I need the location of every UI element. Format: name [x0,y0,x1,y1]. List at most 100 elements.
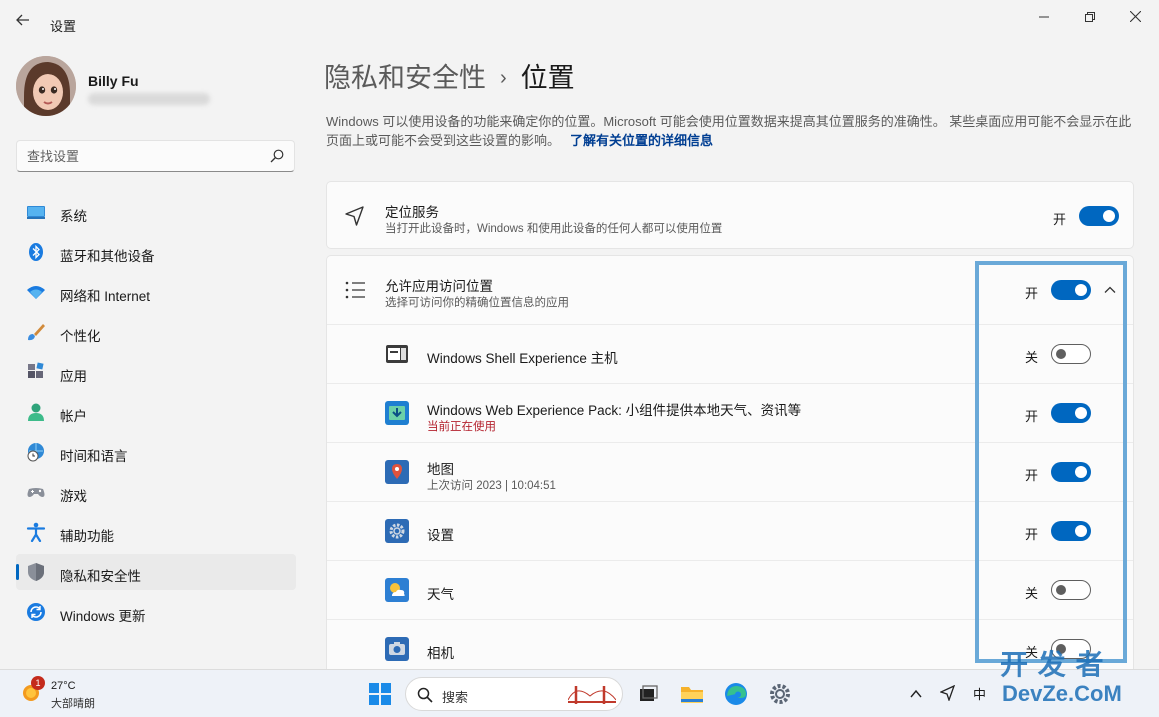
minimize-button[interactable] [1022,6,1066,28]
app-row-settings: 设置 开 [327,501,1133,560]
close-icon [1129,10,1141,23]
web-experience-icon [385,401,409,425]
sidebar-item-windows-update[interactable]: Windows 更新 [16,594,296,630]
weather-app-icon [385,578,409,602]
description-text: Windows 可以使用设备的功能来确定你的位置。Microsoft 可能会使用… [326,114,1132,148]
sidebar-item-gaming[interactable]: 游戏 [16,474,296,510]
back-button[interactable] [12,12,34,34]
minimize-icon [1039,16,1049,18]
sidebar-item-label: 应用 [60,369,87,384]
breadcrumb: 隐私和安全性 › 位置 [324,56,575,95]
learn-more-link[interactable]: 了解有关位置的详细信息 [570,133,713,148]
notification-badge: 1 [31,676,45,690]
close-button[interactable] [1113,6,1157,28]
app-last-access: 上次访问 2023 | 10:04:51 [427,480,556,492]
sidebar-item-label: 系统 [60,209,87,224]
edge-icon[interactable] [722,680,750,708]
app-name: Windows Web Experience Pack: 小组件提供本地天气、资… [427,403,802,418]
app-toggle-web-experience[interactable] [1051,403,1091,423]
apps-icon [28,362,44,378]
user-email-redacted [88,93,210,105]
watermark-line2: DevZe.CoM [1002,681,1122,706]
sidebar-item-system[interactable]: 系统 [16,194,296,230]
sidebar-item-network[interactable]: 网络和 Internet [16,274,296,310]
app-state: 开 [1025,409,1039,424]
app-access-subtitle: 选择可访问你的精确位置信息的应用 [385,297,569,309]
app-access-header[interactable]: 允许应用访问位置 选择可访问你的精确位置信息的应用 开 [327,256,1133,324]
search-input[interactable] [17,141,257,171]
taskbar: 1 27°C 大部晴朗 搜索 中 [0,669,1159,717]
arrow-left-icon [16,14,29,26]
sidebar-item-label: 网络和 Internet [60,289,151,304]
list-icon [345,281,365,299]
app-name: Windows Shell Experience 主机 [427,351,618,366]
app-toggle-weather[interactable] [1051,580,1091,600]
app-usage-status: 当前正在使用 [427,421,496,433]
maximize-button[interactable] [1068,6,1112,28]
location-services-state: 开 [1053,212,1067,227]
sidebar-item-apps[interactable]: 应用 [16,354,296,390]
search-icon [270,149,284,163]
sidebar-item-accounts[interactable]: 帐户 [16,394,296,430]
app-state: 开 [1025,527,1039,542]
location-arrow-icon[interactable] [940,685,956,701]
app-row-shell-experience: Windows Shell Experience 主机 关 [327,324,1133,383]
maps-icon [385,460,409,484]
user-name: Billy Fu [88,73,139,89]
account-icon [28,403,44,421]
shell-experience-icon [386,345,408,363]
sidebar-item-time-language[interactable]: 时间和语言 [16,434,296,470]
taskbar-search[interactable]: 搜索 [405,677,623,711]
avatar [16,56,76,116]
chevron-up-icon[interactable] [909,687,923,701]
app-access-state: 开 [1025,286,1039,301]
app-state: 关 [1025,586,1039,601]
page-description: Windows 可以使用设备的功能来确定你的位置。Microsoft 可能会使用… [326,112,1134,150]
gamepad-icon [27,488,45,497]
sidebar-item-label: 帐户 [60,409,87,424]
app-title: 设置 [50,19,77,34]
location-services-title: 定位服务 [385,205,439,220]
app-row-maps: 地图 上次访问 2023 | 10:04:51 开 [327,442,1133,501]
maximize-icon [1085,12,1095,22]
sidebar-item-accessibility[interactable]: 辅助功能 [16,514,296,550]
file-explorer-icon[interactable] [678,680,706,708]
settings-search[interactable] [16,140,295,172]
sidebar-item-label: 隐私和安全性 [60,569,141,584]
ime-indicator[interactable]: 中 [973,684,986,703]
brush-icon [28,324,45,341]
app-state: 开 [1025,468,1039,483]
app-toggle-shell-experience[interactable] [1051,344,1091,364]
sidebar-item-personalization[interactable]: 个性化 [16,314,296,350]
search-icon [417,687,433,703]
start-icon[interactable] [366,680,394,708]
location-services-subtitle: 当打开此设备时，Windows 和使用此设备的任何人都可以使用位置 [385,223,723,235]
breadcrumb-parent[interactable]: 隐私和安全性 [324,63,486,93]
bridge-search-highlight-icon [568,686,616,704]
weather-temperature: 27°C [51,680,76,692]
app-access-toggle[interactable] [1051,280,1091,300]
settings-taskbar-icon[interactable] [766,680,794,708]
location-services-toggle[interactable] [1079,206,1119,226]
app-name: 设置 [427,528,454,543]
camera-icon [385,637,409,661]
sidebar-item-privacy-security[interactable]: 隐私和安全性 [16,554,296,590]
sidebar-item-label: 游戏 [60,489,87,504]
wifi-icon [27,286,45,299]
app-access-title: 允许应用访问位置 [385,279,493,294]
app-location-access-card: 允许应用访问位置 选择可访问你的精确位置信息的应用 开 Windows Shel… [326,255,1134,717]
taskbar-search-label: 搜索 [442,690,469,705]
sidebar-item-label: 辅助功能 [60,529,114,544]
task-view-icon[interactable] [634,680,662,708]
app-name: 天气 [427,587,454,602]
app-row-weather: 天气 关 [327,560,1133,619]
app-name: 相机 [427,646,454,661]
bluetooth-icon [29,243,43,261]
sidebar-item-label: 时间和语言 [60,449,128,464]
app-toggle-maps[interactable] [1051,462,1091,482]
app-toggle-settings[interactable] [1051,521,1091,541]
chevron-up-icon[interactable] [1103,283,1117,297]
watermark-line1: 开 发 者 [1000,649,1105,680]
app-row-web-experience: Windows Web Experience Pack: 小组件提供本地天气、资… [327,383,1133,442]
sidebar-item-bluetooth[interactable]: 蓝牙和其他设备 [16,234,296,270]
